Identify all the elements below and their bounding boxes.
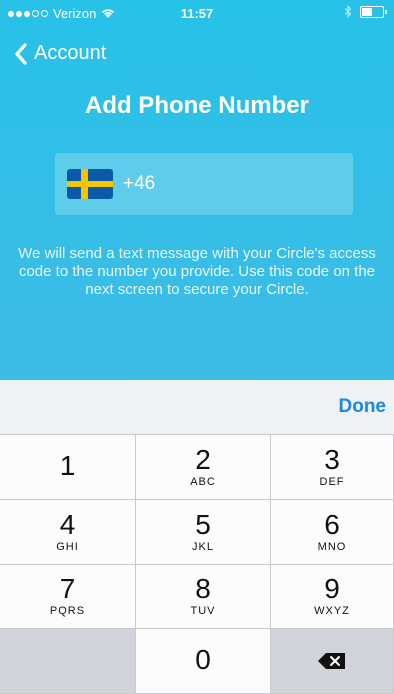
app-screen: Verizon 11:57 Account Add Phone Number +… bbox=[0, 0, 394, 694]
key-number: 0 bbox=[195, 644, 211, 676]
key-1[interactable]: 1 bbox=[0, 435, 136, 500]
key-number: 2 bbox=[195, 443, 211, 475]
key-0[interactable]: 0 bbox=[136, 629, 271, 694]
key-9[interactable]: 9 WXYZ bbox=[271, 564, 394, 630]
info-text: We will send a text message with your Ci… bbox=[18, 245, 376, 298]
chevron-left-icon bbox=[15, 42, 27, 65]
bluetooth-icon bbox=[344, 5, 352, 18]
status-time: 11:57 bbox=[180, 6, 214, 21]
battery-icon bbox=[360, 5, 387, 18]
key-letters: TUV bbox=[190, 605, 216, 618]
key-letters: DEF bbox=[319, 475, 345, 488]
key-letters: PQRS bbox=[49, 605, 86, 618]
empty-key bbox=[0, 629, 136, 694]
key-letters: GHI bbox=[56, 540, 79, 553]
status-bar: Verizon 11:57 bbox=[0, 0, 394, 36]
key-number: 5 bbox=[195, 508, 211, 540]
key-number: 4 bbox=[59, 508, 76, 540]
done-button[interactable]: Done bbox=[339, 396, 387, 418]
sweden-flag-icon[interactable] bbox=[67, 169, 113, 199]
key-3[interactable]: 3 DEF bbox=[271, 435, 394, 500]
key-number: 8 bbox=[195, 573, 211, 605]
key-letters: JKL bbox=[192, 540, 214, 553]
numeric-keyboard: Done 1 2 ABC 3 DEF 4 GHI 5 JKL 6 MNO 7 P… bbox=[0, 380, 394, 694]
phone-prefix[interactable]: +46 bbox=[123, 173, 155, 195]
key-4[interactable]: 4 GHI bbox=[0, 499, 136, 565]
key-6[interactable]: 6 MNO bbox=[271, 499, 394, 565]
key-number: 6 bbox=[324, 508, 340, 540]
key-number: 9 bbox=[324, 573, 340, 605]
key-letters: MNO bbox=[317, 540, 347, 553]
backspace-icon bbox=[318, 653, 345, 670]
back-button[interactable]: Account bbox=[14, 42, 106, 65]
back-label: Account bbox=[34, 42, 107, 64]
key-letters: ABC bbox=[190, 475, 216, 488]
keyboard-accessory-bar: Done bbox=[0, 380, 394, 435]
keypad-grid: 1 2 ABC 3 DEF 4 GHI 5 JKL 6 MNO 7 PQRS 8… bbox=[0, 435, 394, 694]
status-right bbox=[344, 5, 387, 18]
key-7[interactable]: 7 PQRS bbox=[0, 564, 136, 630]
key-number: 7 bbox=[59, 573, 76, 605]
key-8[interactable]: 8 TUV bbox=[136, 564, 271, 630]
delete-button[interactable] bbox=[271, 629, 394, 694]
page-title: Add Phone Number bbox=[84, 92, 309, 119]
key-number: 3 bbox=[324, 443, 340, 475]
key-2[interactable]: 2 ABC bbox=[136, 435, 271, 500]
phone-number-field[interactable]: +46 bbox=[55, 153, 353, 215]
key-number: 1 bbox=[59, 449, 76, 481]
key-5[interactable]: 5 JKL bbox=[136, 499, 271, 565]
key-letters: WXYZ bbox=[314, 605, 350, 618]
